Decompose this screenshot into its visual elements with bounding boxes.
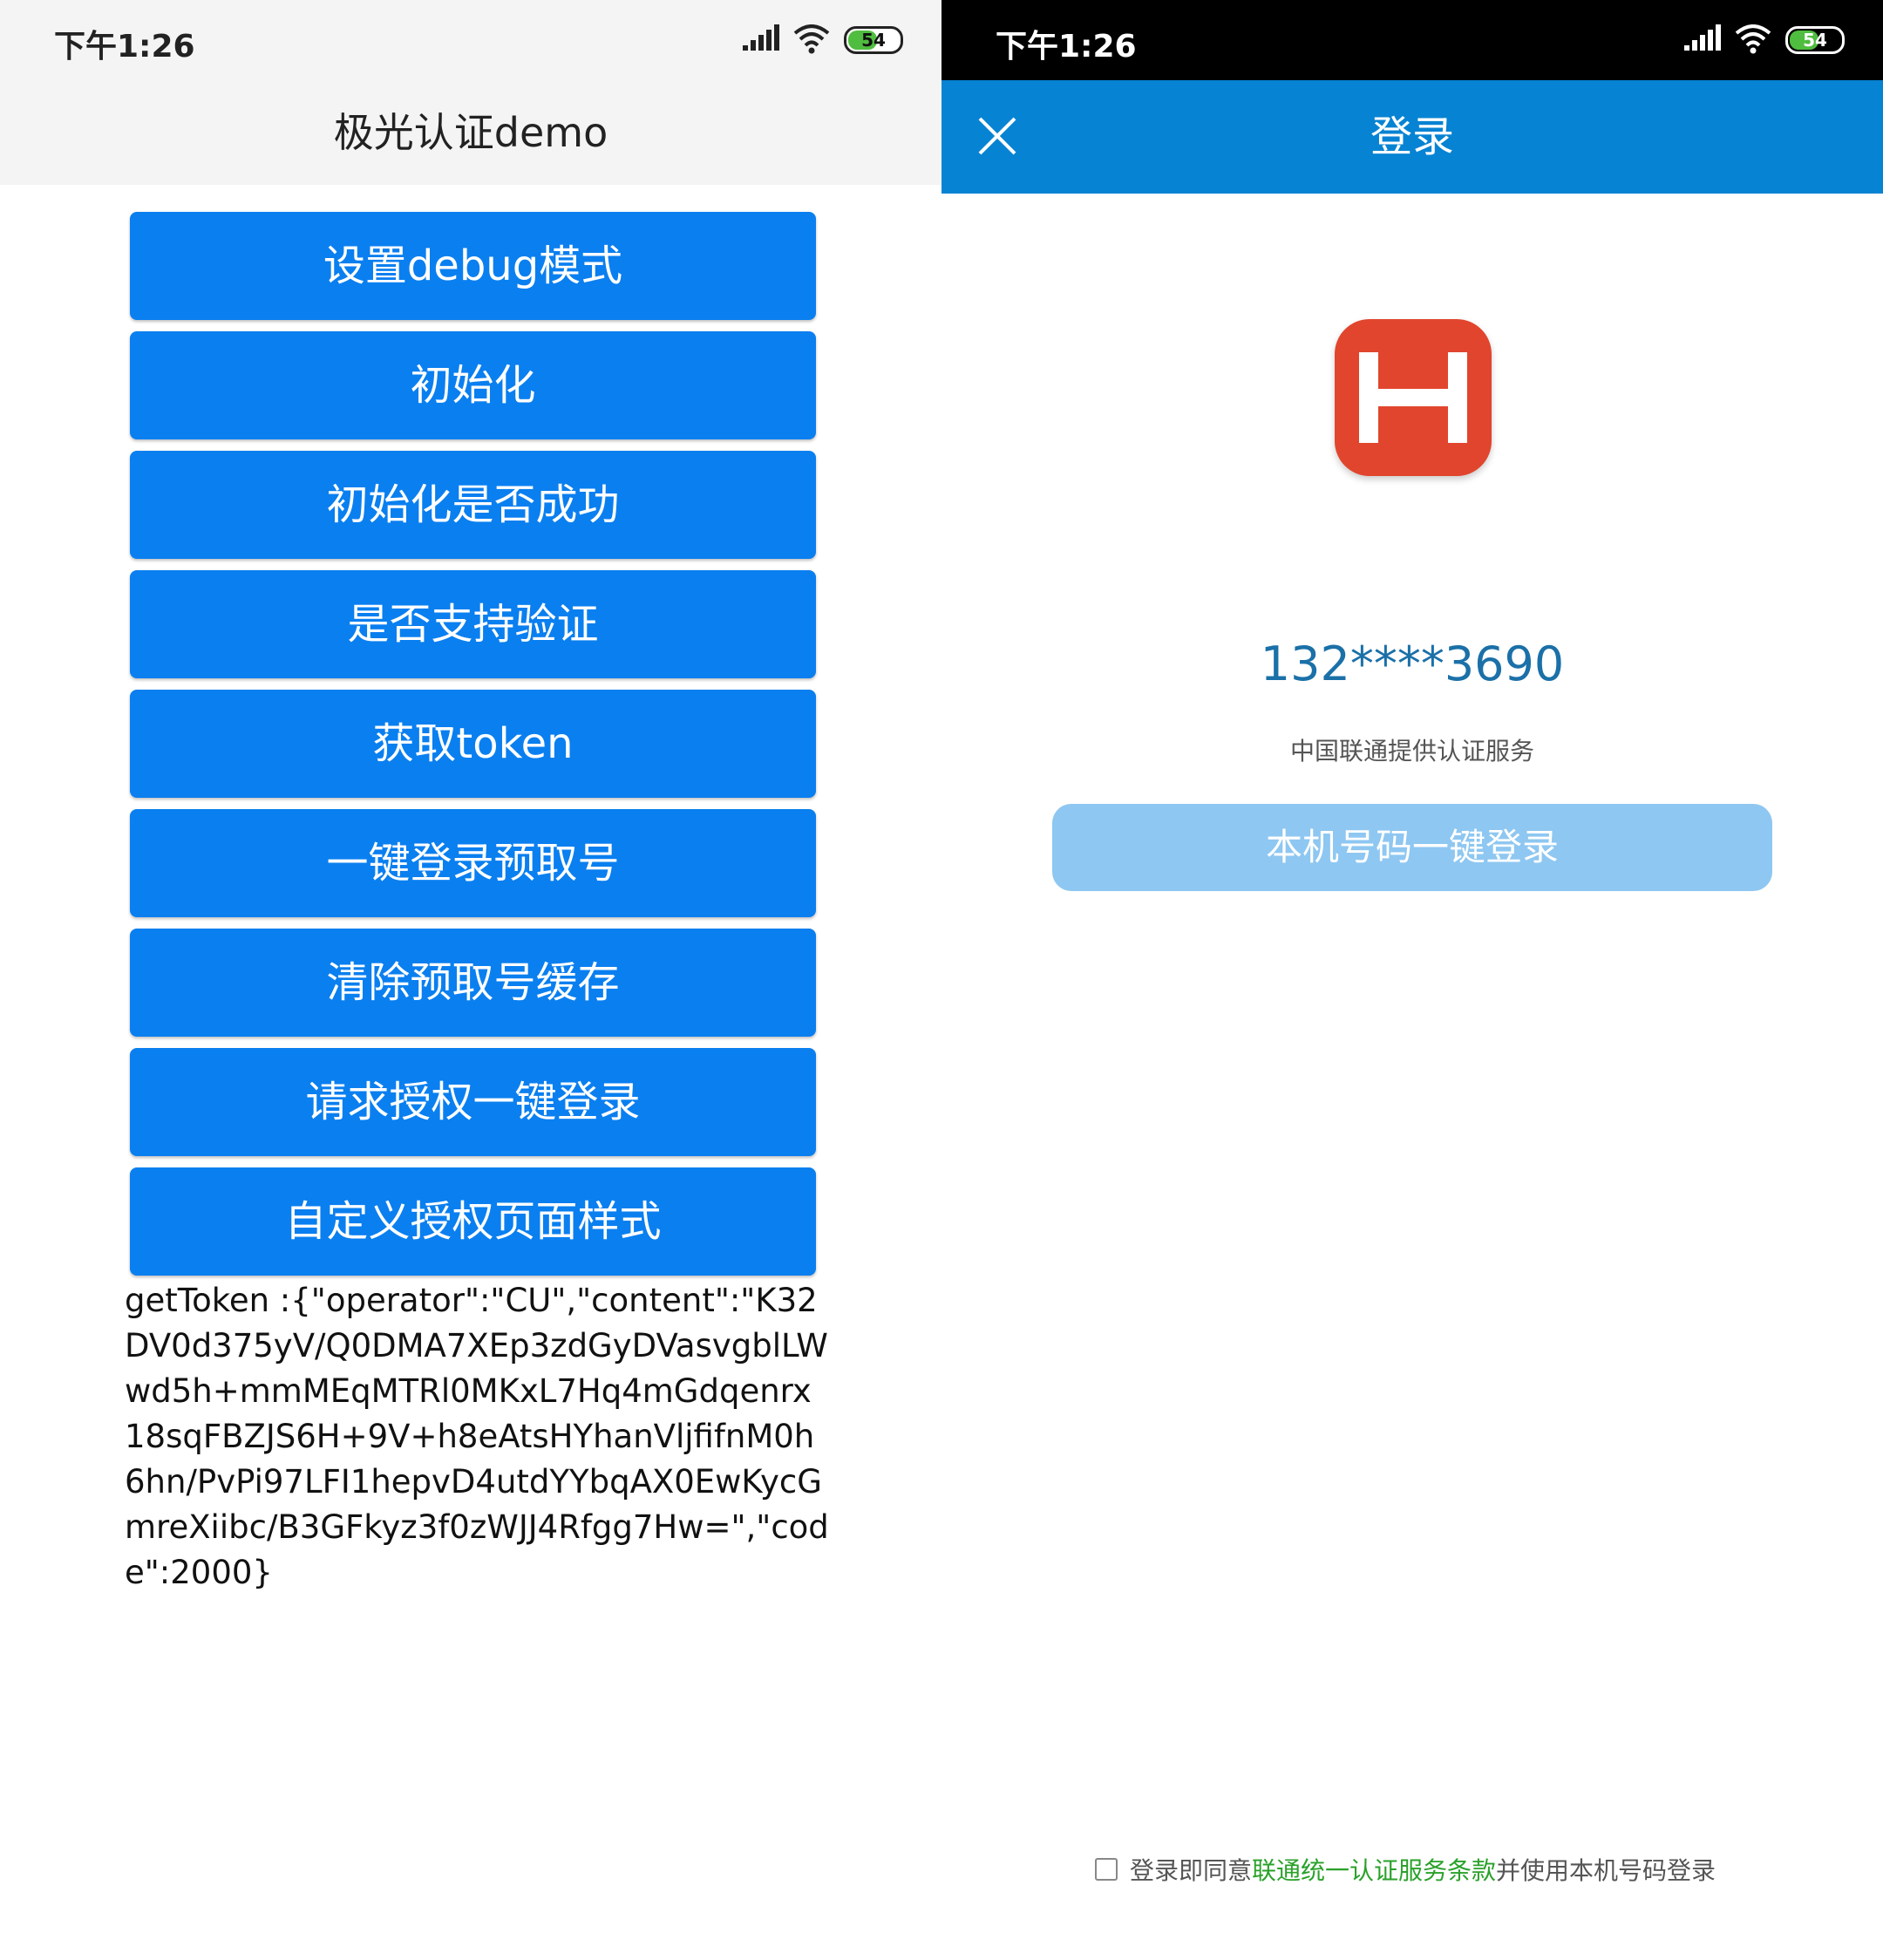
status-time: 下午1:26 <box>54 29 195 65</box>
agreement-suffix: 并使用本机号码登录 <box>1496 1856 1716 1885</box>
agreement-checkbox[interactable] <box>1095 1858 1118 1881</box>
app-title-bar: 极光认证demo <box>0 80 942 185</box>
status-bar: 下午1:26 54 <box>942 0 1883 80</box>
provider-text: 中国联通提供认证服务 <box>1289 737 1534 766</box>
wifi-icon <box>1735 24 1771 54</box>
app-logo <box>1335 319 1492 476</box>
check-verify-support-button[interactable]: 是否支持验证 <box>130 570 816 678</box>
init-button[interactable]: 初始化 <box>130 331 816 439</box>
battery-percent: 54 <box>861 30 886 51</box>
status-icons: 54 <box>743 24 908 59</box>
wifi-icon <box>793 24 830 54</box>
clear-prelogin-cache-button[interactable]: 清除预取号缓存 <box>130 929 816 1037</box>
demo-app-screen: 下午1:26 54 极光认证demo 设置debug模式 初始化 初始化是否成功… <box>0 0 942 1960</box>
set-debug-mode-button[interactable]: 设置debug模式 <box>130 212 816 320</box>
login-title: 登录 <box>1370 112 1454 161</box>
token-output-text: getToken :{"operator":"CU","content":"K3… <box>125 1282 829 1591</box>
status-time: 下午1:26 <box>996 29 1137 65</box>
login-auth-screen: 下午1:26 54 登录 132****3690 中国联通提供认证服务 本机号码… <box>942 0 1883 1960</box>
custom-auth-ui-button[interactable]: 自定义授权页面样式 <box>130 1167 816 1276</box>
check-init-button[interactable]: 初始化是否成功 <box>130 451 816 559</box>
masked-phone-number: 132****3690 <box>1260 636 1565 691</box>
terms-link[interactable]: 联通统一认证服务条款 <box>1252 1856 1496 1885</box>
prelogin-button[interactable]: 一键登录预取号 <box>130 809 816 917</box>
login-header-bar: 登录 <box>942 80 1883 194</box>
agreement-row: 登录即同意联通统一认证服务条款并使用本机号码登录 <box>1095 1852 1862 1890</box>
status-bar: 下午1:26 54 <box>0 0 942 80</box>
action-button-list: 设置debug模式 初始化 初始化是否成功 是否支持验证 获取token 一键登… <box>130 212 816 1287</box>
page-title: 极光认证demo <box>333 109 608 156</box>
battery-icon: 54 <box>1785 26 1845 54</box>
logo-h-icon <box>1359 352 1467 443</box>
signal-icon <box>1684 24 1721 51</box>
agreement-prefix: 登录即同意 <box>1130 1856 1253 1885</box>
battery-icon: 54 <box>844 26 903 54</box>
signal-icon <box>743 24 779 51</box>
one-click-login-button[interactable]: 本机号码一键登录 <box>1052 804 1772 891</box>
get-token-button[interactable]: 获取token <box>130 690 816 798</box>
login-auth-button[interactable]: 请求授权一键登录 <box>130 1048 816 1156</box>
battery-percent: 54 <box>1803 30 1827 51</box>
status-icons: 54 <box>1684 24 1850 59</box>
